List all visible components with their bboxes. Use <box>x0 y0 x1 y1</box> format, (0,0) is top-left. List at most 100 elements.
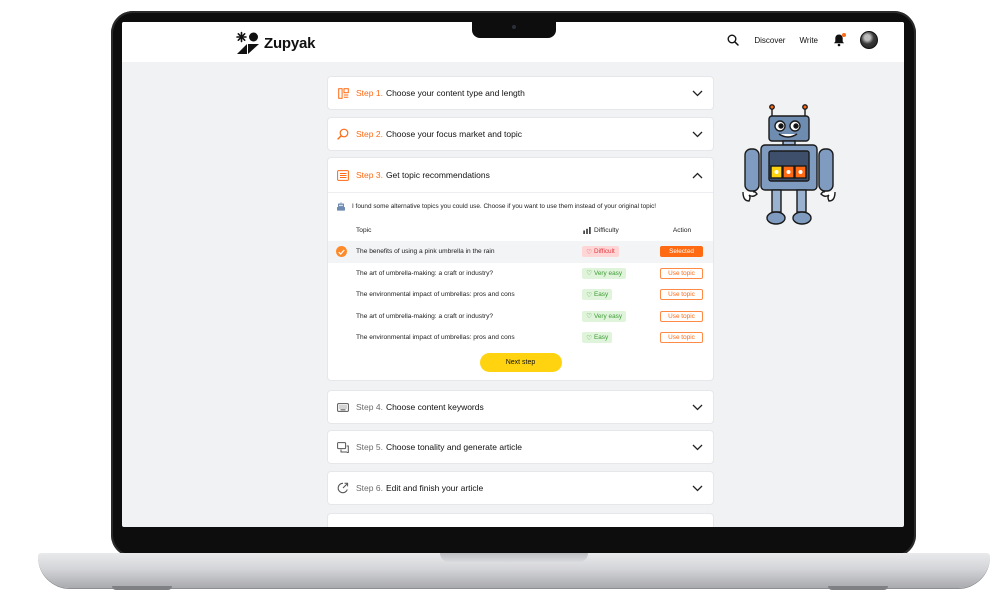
action-cell: Selected <box>652 246 703 258</box>
action-cell: Use topic <box>652 267 703 279</box>
use-topic-button[interactable]: Use topic <box>660 310 703 322</box>
brand-name: Zupyak <box>264 34 316 52</box>
step-card-6: Step 6. Edit and finish your article <box>328 472 713 504</box>
difficulty-label: Easy <box>593 291 609 299</box>
chevron-down-icon[interactable] <box>691 482 703 494</box>
action-cell: Use topic <box>652 332 703 344</box>
step-number: Step 4. <box>356 402 383 412</box>
assistant-message: I found some alternative topics you coul… <box>328 192 713 219</box>
heart-icon: ♡ <box>586 313 592 321</box>
step-title: Edit and finish your article <box>385 483 484 493</box>
base-groove <box>440 553 588 562</box>
camera-icon <box>512 25 516 29</box>
step-card-2: Step 2. Choose your focus market and top… <box>328 118 713 150</box>
robot-mascot-illustration <box>742 104 836 225</box>
difficulty-label: Very easy <box>593 312 623 320</box>
step-header-1[interactable]: Step 1. Choose your content type and len… <box>328 77 713 109</box>
step-title: Choose your content type and length <box>385 88 525 98</box>
use-topic-button[interactable]: Use topic <box>660 289 703 301</box>
nav-write[interactable]: Write <box>799 36 818 45</box>
chevron-up-icon[interactable] <box>691 169 703 181</box>
difficulty-label: Difficult <box>593 248 615 256</box>
topic-cell: The benefits of using a pink umbrella in… <box>356 248 495 256</box>
step-header-5[interactable]: Step 5. Choose tonality and generate art… <box>328 431 713 463</box>
use-topic-button[interactable]: Use topic <box>660 267 703 279</box>
step-card-7 <box>328 514 713 527</box>
zupyak-logo-icon <box>236 31 259 54</box>
difficulty-header-label: Difficulty <box>594 226 619 234</box>
edit-icon <box>337 482 349 494</box>
selected-button[interactable]: Selected <box>660 246 703 258</box>
next-step-button[interactable]: Next step <box>479 352 562 372</box>
action-cell: Use topic <box>652 289 703 301</box>
notification-dot <box>842 33 846 37</box>
screen: Zupyak Discover Write Step 1. Choose you… <box>122 22 904 527</box>
heart-icon: ♡ <box>586 334 592 342</box>
difficulty-cell: ♡ Easy <box>582 289 652 301</box>
laptop-foot <box>112 586 172 590</box>
step-number: Step 2. <box>356 129 383 139</box>
step-title: Get topic recommendations <box>385 170 490 180</box>
difficulty-badge: ♡ Easy <box>582 289 613 301</box>
assistant-message-text: I found some alternative topics you coul… <box>352 202 657 210</box>
bar-chart-icon <box>583 226 591 234</box>
table-row[interactable]: The environmental impact of umbrellas: p… <box>328 284 713 306</box>
difficulty-badge: ♡ Difficult <box>582 246 619 258</box>
list-icon <box>337 169 349 181</box>
chevron-down-icon[interactable] <box>691 87 703 99</box>
difficulty-label: Very easy <box>593 269 623 277</box>
column-header-topic: Topic <box>356 226 372 234</box>
topic-cell: The art of umbrella-making: a craft or i… <box>356 269 494 277</box>
content-type-icon <box>337 87 349 99</box>
step-header-4[interactable]: Step 4. Choose content keywords <box>328 391 713 423</box>
chevron-down-icon[interactable] <box>691 441 703 453</box>
keyboard-icon <box>337 401 349 413</box>
step-title: Choose content keywords <box>385 402 484 412</box>
step-number: Step 5. <box>356 442 383 452</box>
difficulty-badge: ♡ Very easy <box>582 267 627 279</box>
robot-icon <box>337 201 345 211</box>
step-card-4: Step 4. Choose content keywords <box>328 391 713 423</box>
difficulty-badge: ♡ Very easy <box>582 310 627 322</box>
nav-discover[interactable]: Discover <box>754 36 785 45</box>
step-number: Step 1. <box>356 88 383 98</box>
laptop-base <box>38 553 990 588</box>
topic-cell: The environmental impact of umbrellas: p… <box>356 334 515 342</box>
use-topic-button[interactable]: Use topic <box>660 332 703 344</box>
chevron-down-icon[interactable] <box>691 401 703 413</box>
table-header: Topic Difficulty Action <box>328 219 713 241</box>
difficulty-badge: ♡ Easy <box>582 332 613 344</box>
step-card-5: Step 5. Choose tonality and generate art… <box>328 431 713 463</box>
step-card-1: Step 1. Choose your content type and len… <box>328 77 713 109</box>
brand-logo[interactable]: Zupyak <box>236 31 316 55</box>
notifications-button[interactable] <box>832 33 846 47</box>
action-cell: Use topic <box>652 310 703 322</box>
heart-icon: ♡ <box>586 291 592 299</box>
chat-icon <box>337 441 349 453</box>
laptop-foot <box>828 586 888 590</box>
topic-cell: The art of umbrella-making: a craft or i… <box>356 312 494 320</box>
difficulty-cell: ♡ Difficult <box>582 246 652 258</box>
user-avatar[interactable] <box>860 31 878 49</box>
search-icon <box>337 128 349 140</box>
chevron-down-icon[interactable] <box>691 128 703 140</box>
difficulty-label: Easy <box>593 334 609 342</box>
table-row[interactable]: The art of umbrella-making: a craft or i… <box>328 306 713 328</box>
check-icon <box>336 246 347 257</box>
next-step-container: Next step <box>328 349 713 372</box>
step-header-6[interactable]: Step 6. Edit and finish your article <box>328 472 713 504</box>
table-row[interactable]: The benefits of using a pink umbrella in… <box>328 241 713 263</box>
column-header-difficulty: Difficulty <box>583 226 653 234</box>
step-title: Choose your focus market and topic <box>385 129 523 139</box>
step-number: Step 6. <box>356 483 383 493</box>
step-number: Step 3. <box>356 170 383 180</box>
difficulty-cell: ♡ Very easy <box>582 267 652 279</box>
heart-icon: ♡ <box>586 270 592 278</box>
step-header-2[interactable]: Step 2. Choose your focus market and top… <box>328 118 713 150</box>
search-icon[interactable] <box>726 33 740 47</box>
table-row[interactable]: The environmental impact of umbrellas: p… <box>328 327 713 349</box>
step-header-3[interactable]: Step 3. Get topic recommendations <box>328 158 713 192</box>
top-nav: Discover Write <box>726 31 878 49</box>
table-row[interactable]: The art of umbrella-making: a craft or i… <box>328 263 713 285</box>
step-card-3: Step 3. Get topic recommendations I foun… <box>328 158 713 380</box>
